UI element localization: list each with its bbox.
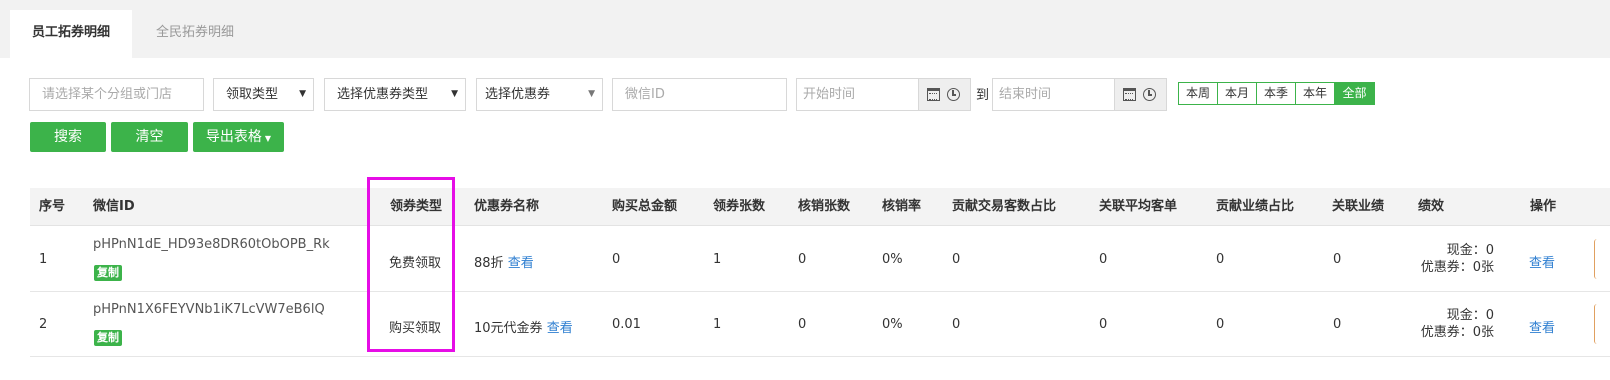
performance-coupon: 优惠券：0张 — [1420, 260, 1494, 275]
column-header: 优惠券名称 — [474, 199, 540, 214]
column-header: 购买总金额 — [612, 199, 678, 214]
customer-share: 0 — [952, 252, 961, 267]
tab-bar: 员工拓券明细 全民拓券明细 — [0, 0, 1610, 58]
calendar-icon[interactable] — [927, 88, 940, 101]
revenue-share: 0 — [1216, 252, 1225, 267]
avg-order: 0 — [1099, 317, 1108, 332]
redeemed-count: 0 — [798, 317, 807, 332]
performance: 现金：0 优惠券：0张 — [1410, 242, 1494, 276]
end-time-picker[interactable] — [1115, 78, 1167, 111]
range-this-month-button[interactable]: 本月 — [1218, 83, 1257, 104]
row-index: 2 — [39, 317, 48, 332]
coupon-name: 10元代金券 — [474, 321, 543, 336]
claimed-count: 1 — [713, 252, 722, 267]
performance: 现金：0 优惠券：0张 — [1410, 307, 1494, 341]
copy-button[interactable]: 复制 — [94, 265, 122, 281]
performance-coupon: 优惠券：0张 — [1420, 325, 1494, 340]
calendar-icon[interactable] — [1123, 88, 1136, 101]
column-header: 核销张数 — [798, 199, 851, 214]
end-time-input[interactable]: 结束时间 — [992, 78, 1115, 111]
tab-public-coupon-detail[interactable]: 全民拓券明细 — [140, 10, 250, 58]
wechat-id: pHPnN1X6FEYVNb1iK7LcVW7eB6lQ — [93, 302, 325, 317]
coupon-label: 选择优惠券 — [485, 87, 551, 102]
caret-down-icon: ▼ — [264, 134, 272, 143]
column-header: 绩效 — [1418, 199, 1445, 214]
wechat-id-input[interactable]: 微信ID — [612, 78, 787, 111]
export-table-button[interactable]: 导出表格 ▼ — [193, 122, 284, 152]
highlight-box — [367, 177, 455, 352]
wechat-id: pHPnN1dE_HD93e8DR60tObOPB_Rk — [93, 237, 330, 252]
coupon-name-cell: 10元代金券 查看 — [474, 317, 573, 336]
tab-employee-coupon-detail[interactable]: 员工拓券明细 — [10, 10, 132, 58]
total-amount: 0 — [612, 252, 621, 267]
table-row: 1 pHPnN1dE_HD93e8DR60tObOPB_Rk 复制 免费领取 8… — [30, 227, 1610, 292]
range-this-week-button[interactable]: 本周 — [1179, 83, 1218, 104]
search-button[interactable]: 搜索 — [30, 122, 106, 152]
view-link[interactable]: 查看 — [1529, 317, 1555, 336]
scroll-edge — [1594, 304, 1600, 344]
column-header: 关联平均客单 — [1099, 199, 1178, 214]
table-header: 序号 微信ID 领券类型 优惠券名称 购买总金额 领券张数 核销张数 核销率 贡… — [30, 188, 1610, 226]
group-store-select[interactable]: 请选择某个分组或门店 — [29, 78, 204, 111]
date-range-separator: 到 — [976, 88, 990, 103]
coupon-name: 88折 — [474, 256, 504, 271]
start-time-picker[interactable] — [919, 78, 971, 111]
revenue-share: 0 — [1216, 317, 1225, 332]
clock-icon[interactable] — [1143, 88, 1156, 101]
related-revenue: 0 — [1333, 252, 1342, 267]
copy-button[interactable]: 复制 — [94, 330, 122, 346]
view-link[interactable]: 查看 — [1529, 252, 1555, 271]
performance-cash: 现金：0 — [1446, 308, 1494, 323]
export-table-label: 导出表格 — [205, 129, 262, 145]
coupon-type-label: 选择优惠券类型 — [337, 87, 429, 102]
coupon-view-link[interactable]: 查看 — [547, 321, 573, 336]
range-this-quarter-button[interactable]: 本季 — [1257, 83, 1296, 104]
redemption-rate: 0% — [882, 252, 903, 267]
caret-down-icon: ▼ — [299, 89, 306, 99]
claim-type-label: 领取类型 — [226, 87, 279, 102]
column-header: 操作 — [1530, 199, 1557, 214]
performance-cash: 现金：0 — [1446, 243, 1494, 258]
column-header: 领券张数 — [713, 199, 766, 214]
redemption-rate: 0% — [882, 317, 903, 332]
start-time-input[interactable]: 开始时间 — [796, 78, 919, 111]
caret-down-icon: ▼ — [588, 89, 595, 99]
total-amount: 0.01 — [612, 317, 641, 332]
scroll-edge — [1594, 239, 1600, 279]
range-this-year-button[interactable]: 本年 — [1296, 83, 1335, 104]
claim-type-select[interactable]: 领取类型 ▼ — [213, 78, 314, 111]
range-all-button[interactable]: 全部 — [1335, 83, 1374, 104]
column-header: 微信ID — [93, 199, 135, 214]
redeemed-count: 0 — [798, 252, 807, 267]
column-header: 贡献交易客数占比 — [952, 199, 1057, 214]
date-range-quick-select: 本周 本月 本季 本年 全部 — [1178, 82, 1375, 105]
column-header: 核销率 — [882, 199, 922, 214]
column-header: 关联业绩 — [1332, 199, 1385, 214]
related-revenue: 0 — [1333, 317, 1342, 332]
avg-order: 0 — [1099, 252, 1108, 267]
row-index: 1 — [39, 252, 48, 267]
clear-button[interactable]: 清空 — [111, 122, 188, 152]
coupon-view-link[interactable]: 查看 — [508, 256, 534, 271]
column-header: 序号 — [39, 199, 66, 214]
table-row: 2 pHPnN1X6FEYVNb1iK7LcVW7eB6lQ 复制 购买领取 1… — [30, 292, 1610, 357]
column-header: 贡献业绩占比 — [1216, 199, 1295, 214]
caret-down-icon: ▼ — [451, 89, 458, 99]
customer-share: 0 — [952, 317, 961, 332]
claimed-count: 1 — [713, 317, 722, 332]
clock-icon[interactable] — [947, 88, 960, 101]
coupon-name-cell: 88折 查看 — [474, 252, 534, 271]
coupon-type-select[interactable]: 选择优惠券类型 ▼ — [324, 78, 466, 111]
coupon-select[interactable]: 选择优惠券 ▼ — [476, 78, 603, 111]
